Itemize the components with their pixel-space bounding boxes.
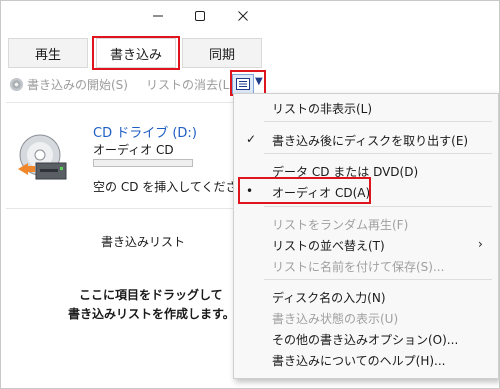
- menu-separator: [264, 153, 492, 154]
- cd-drive-icon: [18, 134, 67, 180]
- minimize-icon: [153, 15, 163, 17]
- burn-options-menu: リストの非表示(L) ✓ 書き込み後にディスクを取り出す(E) データ CD ま…: [233, 93, 499, 379]
- start-burn-label: 書き込みの開始(S): [27, 78, 128, 92]
- menu-item-shuffle[interactable]: リストをランダム再生(F): [272, 216, 408, 233]
- burn-list-title: 書き込みリスト: [101, 235, 186, 249]
- insert-disc-message: 空の CD を挿入してください: [93, 180, 250, 194]
- menu-item-sort[interactable]: リストの並べ替え(T): [272, 237, 385, 254]
- chevron-right-icon: ›: [478, 237, 483, 251]
- menu-item-data-cd[interactable]: データ CD または DVD(D): [272, 163, 418, 180]
- menu-item-more-options[interactable]: その他の書き込みオプション(O)...: [272, 331, 458, 348]
- maximize-icon: [195, 11, 205, 21]
- menu-item-hide-list[interactable]: リストの非表示(L): [272, 100, 372, 117]
- maximize-button[interactable]: [189, 6, 211, 26]
- menu-item-show-status[interactable]: 書き込み状態の表示(U): [272, 310, 398, 327]
- tab-bar: 再生 書き込み 同期: [0, 36, 274, 70]
- menu-item-help[interactable]: 書き込みについてのヘルプ(H)...: [272, 352, 445, 369]
- disc-type: オーディオ CD: [93, 143, 174, 157]
- menu-separator: [264, 279, 492, 280]
- bullet-icon: •: [246, 184, 254, 198]
- menu-item-enter-disc-name[interactable]: ディスク名の入力(N): [272, 289, 386, 306]
- disc-icon: [10, 78, 23, 91]
- chevron-down-icon[interactable]: ▼: [255, 76, 263, 87]
- drag-hint-line2: 書き込みリストを作成します。: [68, 307, 235, 321]
- close-icon: [238, 11, 248, 21]
- tab-burn[interactable]: 書き込み: [96, 38, 176, 68]
- burn-options-button[interactable]: [232, 74, 254, 94]
- close-button[interactable]: [232, 6, 254, 26]
- start-burn-button[interactable]: 書き込みの開始(S): [10, 76, 128, 93]
- clear-list-button[interactable]: リストの消去(L): [146, 76, 234, 93]
- menu-separator: [264, 206, 492, 207]
- list-options-icon: [236, 78, 250, 90]
- tab-play[interactable]: 再生: [8, 38, 88, 68]
- burn-progress-bar: [93, 159, 193, 167]
- checkmark-icon: ✓: [246, 132, 257, 146]
- media-player-window: 再生 書き込み 同期 書き込みの開始(S) リストの消去(L) ▼ CD ドライ…: [0, 0, 500, 389]
- panel-divider: [6, 208, 262, 209]
- drag-hint-line1: ここに項目をドラッグして: [79, 288, 223, 302]
- minimize-button[interactable]: [147, 6, 169, 26]
- tab-sync[interactable]: 同期: [182, 38, 262, 68]
- menu-item-save-as[interactable]: リストに名前を付けて保存(S)...: [272, 258, 444, 275]
- menu-item-eject-after[interactable]: 書き込み後にディスクを取り出す(E): [272, 132, 468, 149]
- menu-separator: [264, 121, 492, 122]
- drive-name[interactable]: CD ドライブ (D:): [93, 122, 197, 141]
- title-bar: [0, 0, 500, 34]
- menu-item-audio-cd[interactable]: オーディオ CD(A): [272, 184, 370, 201]
